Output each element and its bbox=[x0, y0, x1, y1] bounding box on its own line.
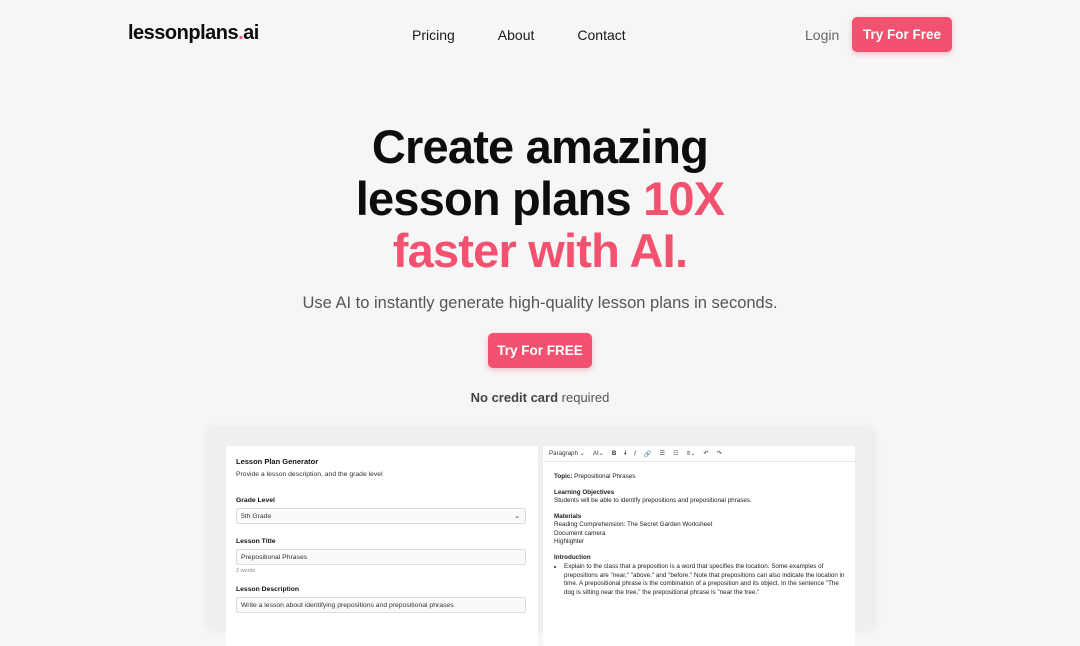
topic-label: Topic: bbox=[554, 473, 573, 480]
introduction-bullet: Explain to the class that a preposition … bbox=[564, 563, 846, 597]
paragraph-label: Paragraph bbox=[549, 450, 578, 457]
topic-value: Prepositional Phrases bbox=[572, 473, 636, 480]
note-rest: required bbox=[558, 390, 610, 405]
try-for-free-button[interactable]: Try For Free bbox=[852, 17, 952, 52]
hero-try-for-free-button[interactable]: Try For FREE bbox=[488, 333, 592, 368]
align-icon[interactable]: ≡⌄ bbox=[687, 450, 696, 457]
paragraph-dropdown[interactable]: Paragraph ⌄ bbox=[549, 450, 585, 457]
introduction-list: Explain to the class that a preposition … bbox=[554, 563, 846, 597]
hero-line-3: faster with AI. bbox=[392, 224, 688, 277]
no-credit-card-note: No credit card required bbox=[0, 390, 1080, 405]
app-preview: Lesson Plan Generator Provide a lesson d… bbox=[208, 429, 873, 646]
nav-link-about[interactable]: About bbox=[498, 27, 535, 43]
chevron-down-icon: ⌄ bbox=[514, 513, 520, 520]
nav-link-pricing[interactable]: Pricing bbox=[412, 27, 455, 43]
lesson-form-panel: Lesson Plan Generator Provide a lesson d… bbox=[226, 446, 538, 646]
lesson-description-label: Lesson Description bbox=[236, 586, 300, 593]
material-item: Highlighter bbox=[554, 538, 585, 545]
hero-title: Create amazing lesson plans 10X faster w… bbox=[240, 121, 840, 277]
bold-icon[interactable]: B bbox=[612, 450, 616, 457]
nav-links: Pricing About Contact bbox=[412, 27, 626, 43]
logo-text: lessonplans bbox=[128, 22, 239, 44]
form-title: Lesson Plan Generator bbox=[236, 457, 319, 466]
italic-icon[interactable]: I bbox=[634, 450, 636, 457]
strikethrough-icon[interactable]: I bbox=[624, 450, 626, 457]
grade-level-label: Grade Level bbox=[236, 497, 275, 504]
form-subtitle: Provide a lesson description, and the gr… bbox=[236, 471, 383, 478]
lesson-editor-panel: Paragraph ⌄ AI⌄ B I I 🔗 ☰ ☷ ≡⌄ ↶ ↷ Topic… bbox=[543, 446, 855, 646]
materials-heading: Materials bbox=[554, 512, 582, 520]
lesson-title-label: Lesson Title bbox=[236, 538, 276, 545]
ai-label: AI bbox=[592, 450, 599, 457]
objectives-text: Students will be able to identify prepos… bbox=[554, 497, 752, 504]
logo-suffix: ai bbox=[243, 22, 259, 44]
hero-line-1: Create amazing bbox=[371, 120, 709, 173]
hero-line-2-text: lesson plans bbox=[355, 172, 644, 225]
word-count: 2 words bbox=[236, 568, 256, 574]
note-bold: No credit card bbox=[470, 390, 559, 405]
grade-level-select[interactable]: 5th Grade ⌄ bbox=[236, 508, 526, 524]
material-item: Reading Comprehension: The Secret Garden… bbox=[554, 521, 713, 528]
nav-link-contact[interactable]: Contact bbox=[577, 27, 625, 43]
hero-accent-10x: 10X bbox=[643, 172, 725, 225]
topic-line: Topic: Prepositional Phrases bbox=[554, 473, 846, 482]
redo-icon[interactable]: ↷ bbox=[717, 450, 722, 457]
login-link[interactable]: Login bbox=[805, 27, 839, 43]
logo[interactable]: lessonplans.ai bbox=[128, 22, 259, 45]
introduction-heading: Introduction bbox=[554, 553, 591, 561]
ai-dropdown[interactable]: AI⌄ bbox=[593, 450, 604, 457]
hero-line-2: lesson plans 10X bbox=[240, 173, 840, 225]
material-item: Document camera bbox=[554, 529, 606, 537]
grade-level-value: 5th Grade bbox=[241, 513, 272, 520]
editor-toolbar: Paragraph ⌄ AI⌄ B I I 🔗 ☰ ☷ ≡⌄ ↶ ↷ bbox=[543, 446, 855, 462]
undo-icon[interactable]: ↶ bbox=[703, 450, 708, 457]
link-icon[interactable]: 🔗 bbox=[644, 450, 652, 458]
lesson-description-input[interactable]: Write a lesson about identifying preposi… bbox=[236, 597, 526, 613]
numbered-list-icon[interactable]: ☷ bbox=[673, 450, 679, 457]
top-nav: lessonplans.ai Pricing About Contact Log… bbox=[0, 0, 1080, 68]
list-icon[interactable]: ☰ bbox=[660, 450, 666, 457]
lesson-document[interactable]: Topic: Prepositional Phrases Learning Ob… bbox=[554, 473, 846, 597]
lesson-title-input[interactable]: Prepositional Phrases bbox=[236, 549, 526, 565]
lesson-title-value: Prepositional Phrases bbox=[241, 554, 308, 561]
objectives-heading: Learning Objectives bbox=[554, 488, 615, 496]
hero-subtitle: Use AI to instantly generate high-qualit… bbox=[302, 294, 778, 312]
